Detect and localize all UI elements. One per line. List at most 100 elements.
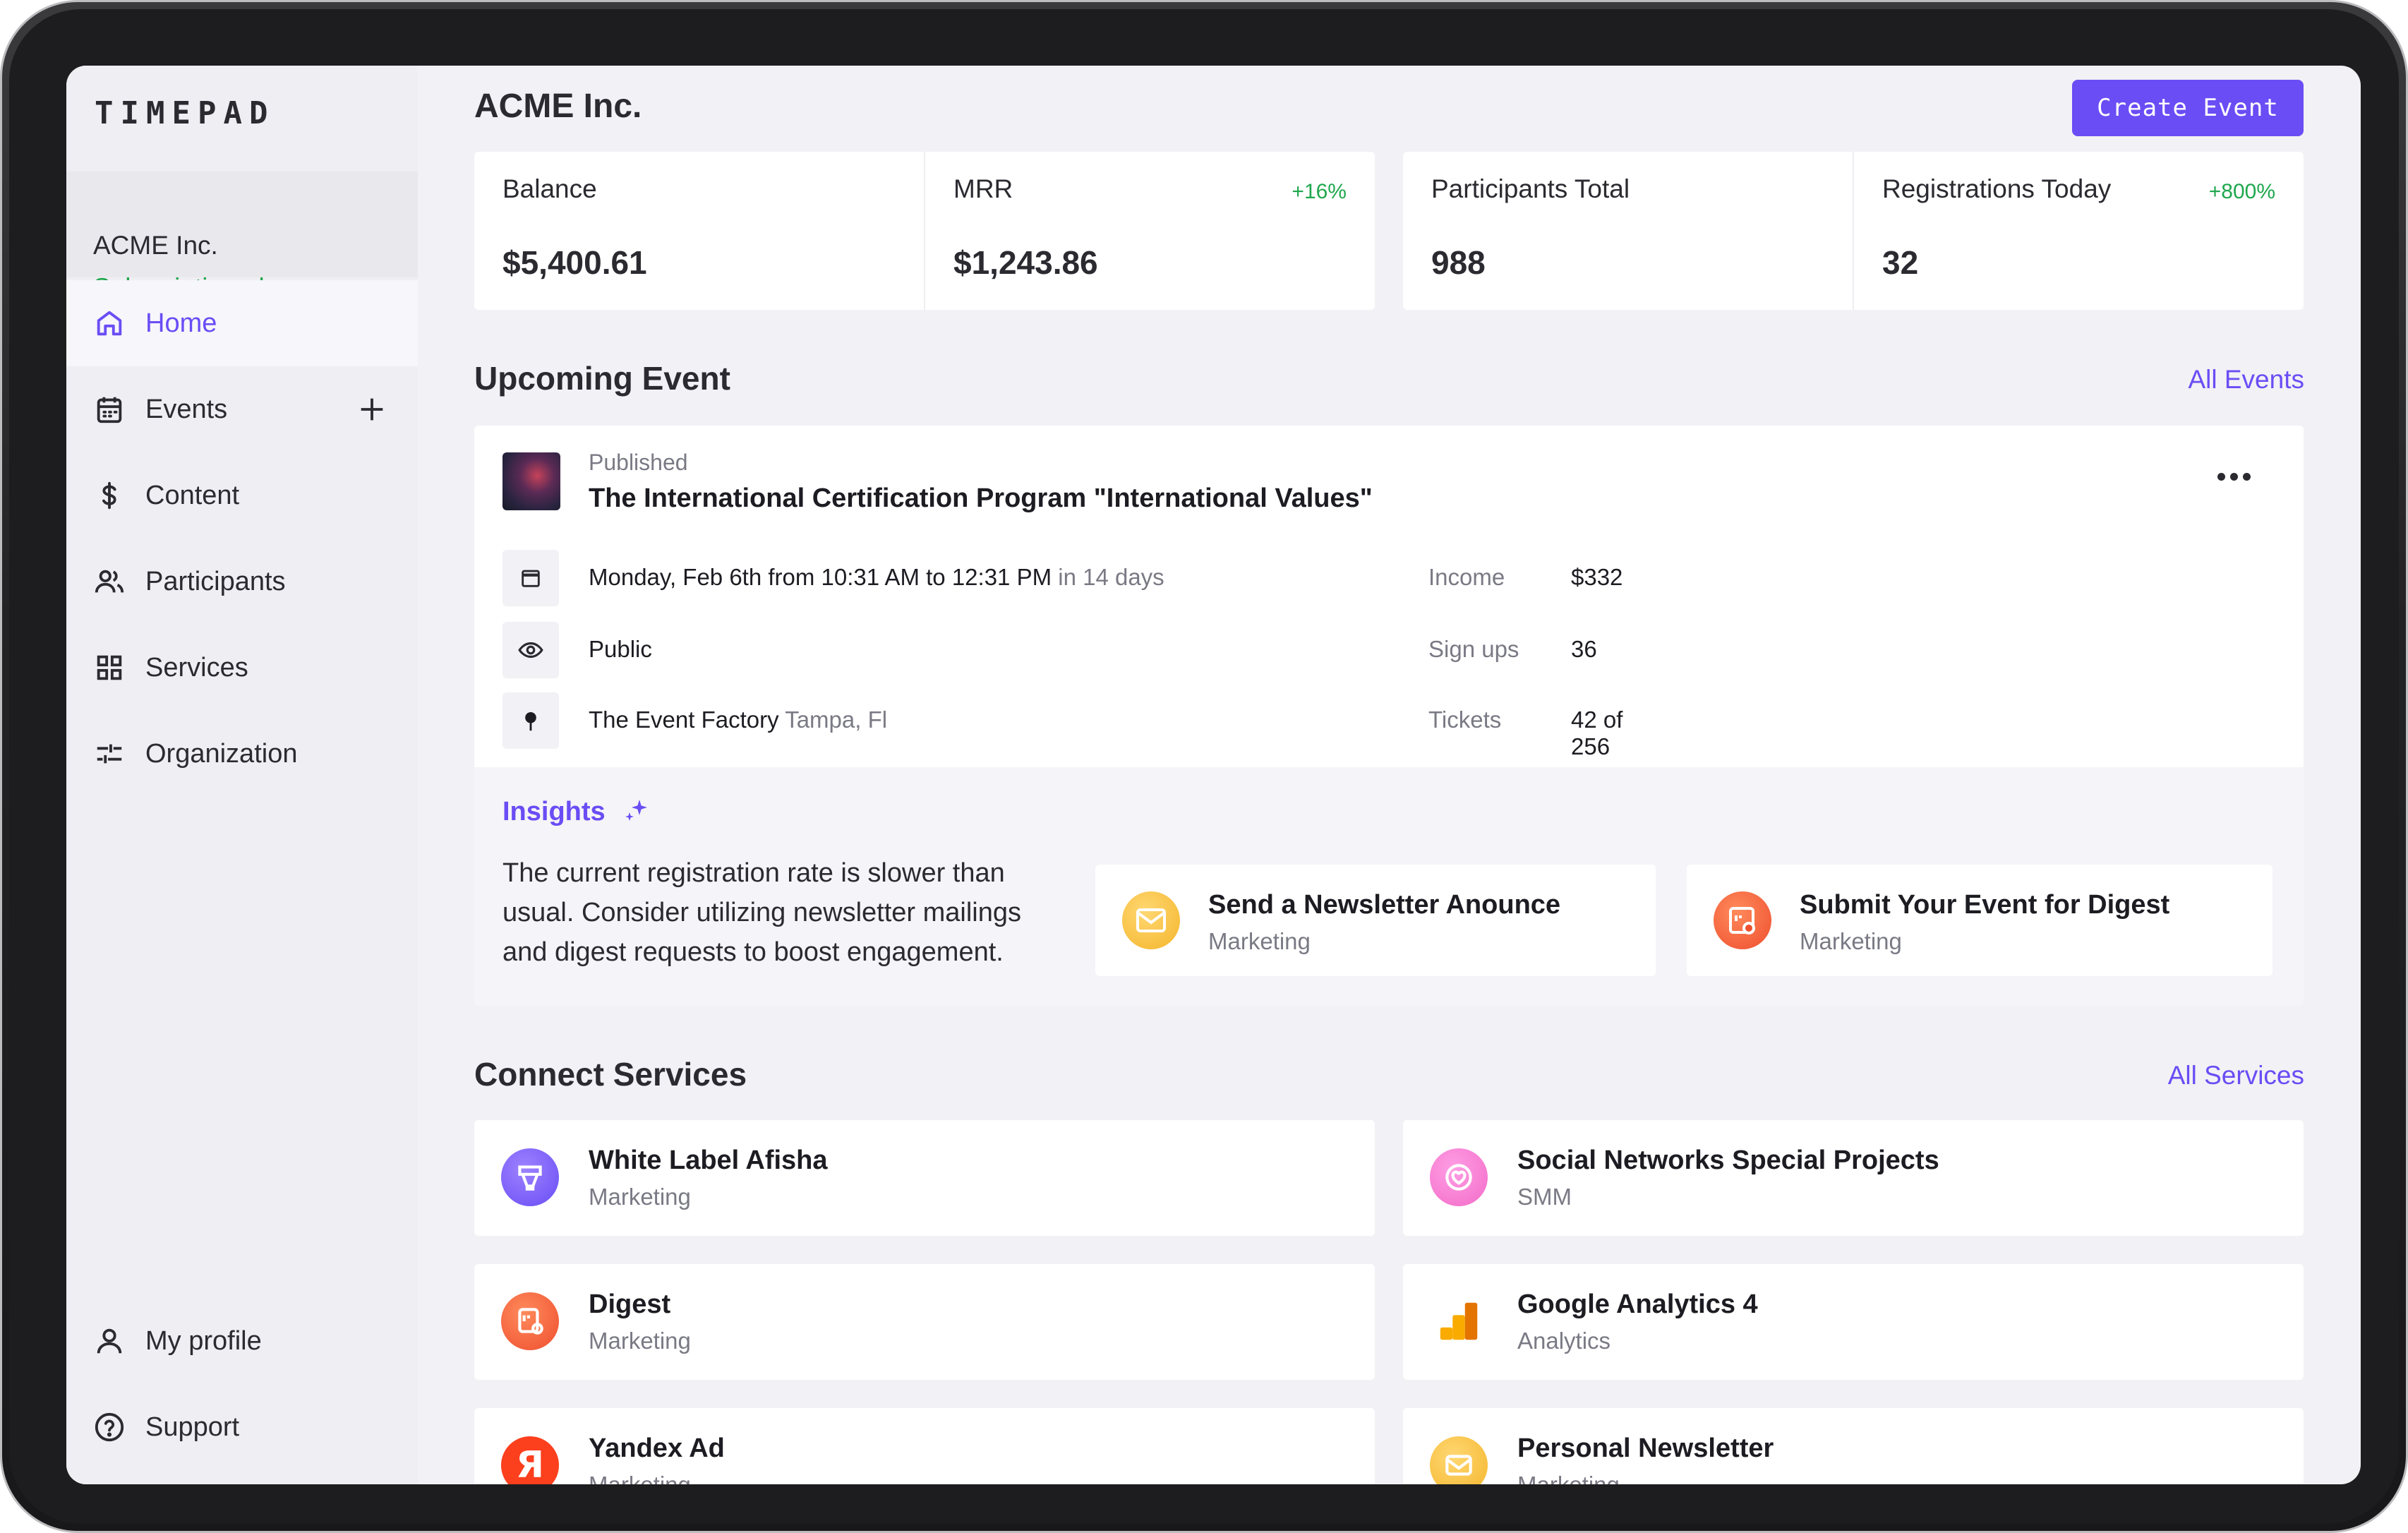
sidebar-item-home[interactable]: Home — [66, 280, 418, 366]
users-icon — [95, 570, 124, 593]
service-category: SMM — [1517, 1184, 1572, 1210]
stat-label: Participants Total — [1431, 174, 1630, 203]
event-date-text: Monday, Feb 6th from 10:31 AM to 12:31 P… — [589, 564, 1052, 590]
sidebar-item-label: Events — [145, 394, 228, 424]
stat-value: 988 — [1431, 244, 1486, 281]
sidebar-item-my-profile[interactable]: My profile — [66, 1298, 418, 1384]
help-icon — [95, 1412, 124, 1442]
social-icon — [1430, 1148, 1488, 1206]
sidebar-item-label: My profile — [145, 1325, 262, 1356]
action-submit-digest[interactable]: Submit Your Event for Digest Marketing — [1687, 865, 2272, 976]
main-nav: Home Events Content Participants Service… — [66, 280, 418, 797]
sidebar-item-organization[interactable]: Organization — [66, 711, 418, 797]
service-card[interactable]: White Label Afisha Marketing — [474, 1120, 1375, 1236]
stat-label: Balance — [502, 174, 597, 203]
stat-balance[interactable]: Balance $5,400.61 — [474, 152, 925, 310]
service-title: Digest — [589, 1289, 671, 1319]
service-card[interactable]: Google Analytics 4 Analytics — [1403, 1264, 2304, 1380]
sidebar-item-label: Content — [145, 480, 240, 510]
event-title[interactable]: The International Certification Program … — [589, 483, 1373, 514]
sidebar: TIMEPAD ACME Inc. Subscription plan Home… — [66, 66, 418, 1484]
newsletter-icon — [1430, 1436, 1488, 1484]
sidebar-item-services[interactable]: Services — [66, 625, 418, 711]
all-events-link[interactable]: All Events — [2188, 365, 2304, 395]
user-icon — [97, 1328, 122, 1354]
stat-registrations-today[interactable]: Registrations Today +800% 32 — [1854, 152, 2304, 310]
service-card[interactable]: Social Networks Special Projects SMM — [1403, 1120, 2304, 1236]
metric-label: Sign ups — [1428, 636, 1519, 662]
dollar-icon — [102, 481, 116, 510]
insights-text: The current registration rate is slower … — [502, 858, 1022, 967]
upcoming-event-card[interactable]: Published The International Certificatio… — [474, 426, 2304, 1006]
stats-card-finance: Balance $5,400.61 MRR +16% $1,243.86 — [474, 152, 1375, 310]
action-subtitle: Marketing — [1208, 928, 1311, 954]
page-title: ACME Inc. — [474, 88, 642, 125]
calendar-icon — [97, 397, 122, 423]
all-services-link[interactable]: All Services — [2168, 1061, 2304, 1090]
app-logo[interactable]: TIMEPAD — [95, 95, 275, 131]
stat-mrr[interactable]: MRR +16% $1,243.86 — [925, 152, 1375, 310]
action-send-newsletter[interactable]: Send a Newsletter Anounce Marketing — [1095, 865, 1656, 976]
service-card[interactable]: Digest Marketing — [474, 1264, 1375, 1380]
stat-value: $1,243.86 — [953, 244, 1098, 281]
sidebar-item-support[interactable]: Support — [66, 1384, 418, 1470]
event-venue-city: Tampa, Fl — [785, 707, 888, 733]
connect-services-heading: Connect Services — [474, 1056, 747, 1093]
sidebar-item-events[interactable]: Events — [66, 366, 418, 452]
event-date: Monday, Feb 6th from 10:31 AM to 12:31 P… — [589, 564, 1164, 591]
metric-value: $332 — [1571, 564, 1623, 590]
stat-participants-total[interactable]: Participants Total 988 — [1403, 152, 1854, 310]
newsletter-icon — [1122, 891, 1180, 949]
event-venue: The Event Factory Tampa, Fl — [589, 707, 887, 733]
organization-switcher[interactable]: ACME Inc. Subscription plan — [66, 172, 418, 302]
service-card[interactable]: Я Yandex Ad Marketing — [474, 1408, 1375, 1484]
create-event-button[interactable]: Create Event — [2072, 80, 2304, 136]
digest-icon — [1714, 891, 1771, 949]
home-icon — [97, 311, 122, 336]
event-thumbnail — [502, 452, 560, 510]
upcoming-event-heading: Upcoming Event — [474, 360, 730, 397]
grid-icon — [97, 655, 122, 680]
analytics-icon — [1430, 1292, 1488, 1350]
digest-icon — [501, 1292, 559, 1350]
service-category: Marketing — [589, 1472, 691, 1484]
app-screen: TIMEPAD ACME Inc. Subscription plan Home… — [66, 66, 2361, 1484]
service-category: Marketing — [1517, 1472, 1620, 1484]
service-title: Personal Newsletter — [1517, 1433, 1774, 1463]
stat-delta-badge: +800% — [2208, 180, 2275, 203]
sidebar-bottom: My profile Support — [66, 1298, 418, 1470]
event-date-relative: in 14 days — [1058, 564, 1164, 590]
sidebar-item-label: Services — [145, 652, 248, 683]
service-title: Google Analytics 4 — [1517, 1289, 1758, 1319]
service-title: Social Networks Special Projects — [1517, 1146, 1939, 1175]
sidebar-item-label: Organization — [145, 738, 298, 769]
location-pin-icon — [502, 692, 559, 749]
action-title: Submit Your Event for Digest — [1800, 890, 2170, 920]
main-content: ACME Inc. Create Event Balance $5,400.61… — [418, 66, 2361, 1484]
sidebar-item-content[interactable]: Content — [66, 452, 418, 539]
service-category: Marketing — [589, 1184, 691, 1210]
event-visibility-row: Public Sign ups 36 — [502, 622, 1632, 678]
action-subtitle: Marketing — [1800, 928, 1902, 954]
device-bezel: TIMEPAD ACME Inc. Subscription plan Home… — [9, 9, 2399, 1524]
metric-label: Income — [1428, 564, 1505, 590]
add-event-icon[interactable] — [356, 393, 388, 426]
event-visibility: Public — [589, 636, 652, 662]
insights-panel: Insights The current registration rate i… — [474, 767, 2304, 1006]
action-title: Send a Newsletter Anounce — [1208, 890, 1561, 920]
event-venue-name: The Event Factory — [589, 707, 779, 733]
service-title: Yandex Ad — [589, 1433, 725, 1463]
service-title: White Label Afisha — [589, 1146, 828, 1175]
sidebar-item-participants[interactable]: Participants — [66, 539, 418, 625]
eye-icon — [502, 622, 559, 678]
event-location-row: The Event Factory Tampa, Fl Tickets 42 o… — [502, 692, 1632, 759]
stats-card-participants: Participants Total 988 Registrations Tod… — [1403, 152, 2304, 310]
sidebar-item-label: Support — [145, 1412, 240, 1442]
calendar-icon — [502, 550, 559, 606]
device-frame: TIMEPAD ACME Inc. Subscription plan Home… — [0, 0, 2408, 1533]
service-card[interactable]: Personal Newsletter Marketing — [1403, 1408, 2304, 1484]
insights-title: Insights — [502, 797, 606, 826]
more-options-icon[interactable] — [2217, 468, 2260, 485]
metric-value: 36 — [1571, 636, 1597, 662]
stat-label: MRR — [953, 174, 1013, 203]
